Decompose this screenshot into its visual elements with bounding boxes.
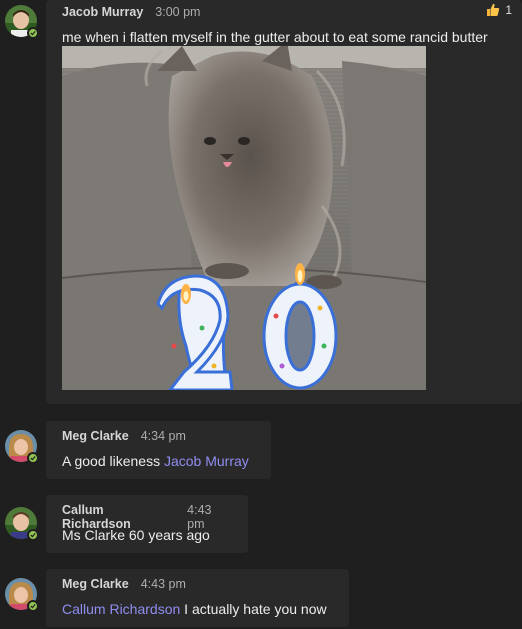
avatar[interactable] <box>5 578 39 612</box>
thumbs-up-icon <box>487 3 500 16</box>
message-bubble: Jacob Murray 3:00 pm me when i flatten m… <box>46 0 522 404</box>
chat-thread: Jacob Murray 3:00 pm me when i flatten m… <box>0 0 522 629</box>
message-text-body: I actually hate you now <box>180 601 327 617</box>
message-bubble: Callum Richardson 4:43 pm Ms Clarke 60 y… <box>46 495 248 553</box>
mention-link[interactable]: Jacob Murray <box>164 453 249 469</box>
message-jacob-murray[interactable]: Jacob Murray 3:00 pm me when i flatten m… <box>0 0 522 404</box>
presence-available-icon <box>27 600 39 612</box>
message-bubble: Meg Clarke 4:43 pm Callum Richardson I a… <box>46 569 349 627</box>
avatar[interactable] <box>5 507 39 541</box>
message-callum-richardson[interactable]: Callum Richardson 4:43 pm Ms Clarke 60 y… <box>0 495 522 553</box>
avatar[interactable] <box>5 5 39 39</box>
author-name[interactable]: Meg Clarke <box>62 577 129 591</box>
presence-available-icon <box>27 529 39 541</box>
message-text: A good likeness Jacob Murray <box>62 451 255 471</box>
reaction-badge[interactable]: 1 <box>485 2 512 18</box>
timestamp: 3:00 pm <box>155 5 201 19</box>
author-name[interactable]: Meg Clarke <box>62 429 129 443</box>
presence-available-icon <box>27 452 39 464</box>
reaction-count: 1 <box>505 3 512 17</box>
message-meg-clarke[interactable]: Meg Clarke 4:34 pm A good likeness Jacob… <box>0 421 522 479</box>
message-text: Ms Clarke 60 years ago <box>62 527 210 543</box>
author-name[interactable]: Jacob Murray <box>62 5 143 19</box>
shared-image-cat-with-candles[interactable] <box>62 46 426 390</box>
mention-link[interactable]: Callum Richardson <box>62 601 180 617</box>
presence-available-icon <box>27 27 39 39</box>
message-meg-clarke-reply[interactable]: Meg Clarke 4:43 pm Callum Richardson I a… <box>0 569 522 627</box>
timestamp: 4:34 pm <box>140 429 186 443</box>
message-text-body: A good likeness <box>62 453 164 469</box>
message-text: me when i flatten myself in the gutter a… <box>62 29 488 45</box>
message-text: Callum Richardson I actually hate you no… <box>62 599 333 619</box>
avatar[interactable] <box>5 430 39 464</box>
message-bubble: Meg Clarke 4:34 pm A good likeness Jacob… <box>46 421 271 479</box>
timestamp: 4:43 pm <box>140 577 186 591</box>
